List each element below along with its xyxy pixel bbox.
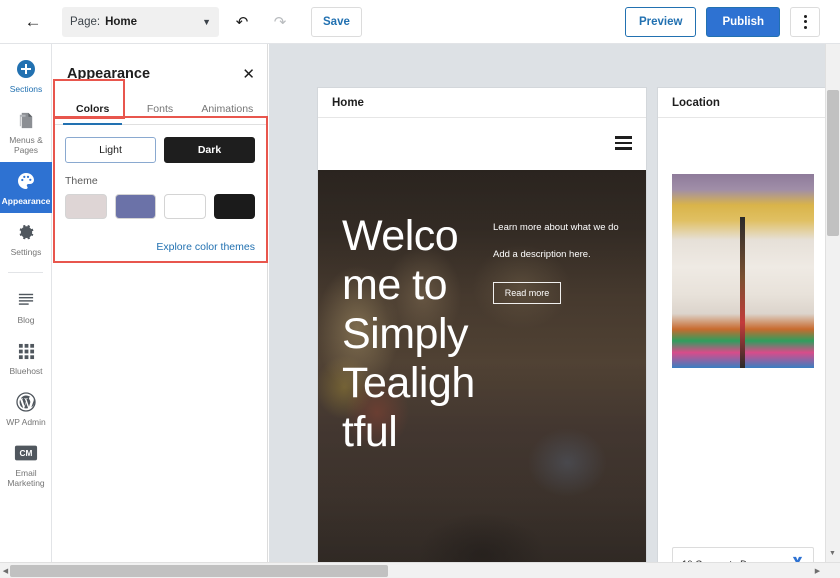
sidebar-item-bluehost-label: Bluehost xyxy=(9,366,43,376)
hero-text-column: Learn more about what we do Add a descri… xyxy=(493,222,633,304)
swatch-blush[interactable] xyxy=(65,194,107,219)
theme-section-label: Theme xyxy=(65,175,98,187)
tab-colors-label: Colors xyxy=(76,103,110,115)
close-icon[interactable]: ✕ xyxy=(242,67,255,82)
sidebar-item-appearance[interactable]: Appearance xyxy=(0,162,52,213)
swatch-slate-blue[interactable] xyxy=(114,194,156,219)
save-button-label: Save xyxy=(323,15,350,28)
location-section-frame[interactable]: Location 10 Corporate Dr xyxy=(658,88,828,578)
tab-fonts[interactable]: Fonts xyxy=(126,94,193,124)
sidebar-item-appearance-label: Appearance xyxy=(1,196,51,206)
page-title: Appearance xyxy=(67,66,151,82)
sidebar-item-blog[interactable]: Blog xyxy=(0,281,52,332)
appearance-tabs: Colors Fonts Animations xyxy=(53,94,267,125)
svg-text:CM: CM xyxy=(20,448,33,458)
color-mode-toggle-group: Light Dark xyxy=(65,137,255,163)
kebab-menu-icon[interactable] xyxy=(790,6,820,37)
top-toolbar: ← Page: Home ▼ ↶ ↷ Save Preview Publish xyxy=(0,0,840,44)
appearance-panel: Appearance ✕ Colors Fonts Animations Lig… xyxy=(53,44,268,578)
page-selector-label: Page: xyxy=(70,15,101,28)
hero-heading: Welcome to Simply Tealightful xyxy=(342,212,475,456)
horizontal-scrollbar[interactable]: ◀ ▶ xyxy=(0,562,840,578)
site-top-navigation xyxy=(318,118,646,170)
tab-animations-label: Animations xyxy=(201,103,254,115)
vertical-scrollbar-thumb[interactable] xyxy=(827,90,839,236)
light-mode-label: Light xyxy=(99,144,122,156)
sidebar-item-sections-label: Sections xyxy=(9,84,43,94)
sidebar-item-menus-pages[interactable]: Menus & Pages xyxy=(0,101,52,162)
read-more-button[interactable]: Read more xyxy=(493,282,561,304)
sidebar-item-email-marketing-label: Email Marketing xyxy=(7,468,45,488)
home-frame-tab-label: Home xyxy=(318,88,646,118)
app-root: ← Page: Home ▼ ↶ ↷ Save Preview Publish xyxy=(0,0,840,578)
back-arrow-icon[interactable]: ← xyxy=(18,7,48,37)
swatch-white[interactable] xyxy=(164,194,206,219)
save-button[interactable]: Save xyxy=(311,6,362,37)
light-mode-button[interactable]: Light xyxy=(65,137,156,163)
hero-subtitle-2: Add a description here. xyxy=(493,249,591,260)
hero-subtitle-1: Learn more about what we do xyxy=(493,222,619,233)
bluehost-grid-icon xyxy=(18,339,35,363)
sidebar-item-blog-label: Blog xyxy=(17,315,35,325)
sidebar-item-settings-label: Settings xyxy=(10,247,42,257)
horizontal-scrollbar-thumb[interactable] xyxy=(10,565,388,577)
palette-icon xyxy=(16,169,36,193)
location-frame-tab-label: Location xyxy=(658,88,828,118)
appearance-panel-header: Appearance ✕ xyxy=(53,54,267,94)
tab-animations[interactable]: Animations xyxy=(194,94,261,124)
page-selector[interactable]: Page: Home ▼ xyxy=(62,6,219,37)
pages-icon xyxy=(17,108,36,132)
sidebar-item-settings[interactable]: Settings xyxy=(0,213,52,264)
theme-swatch-list xyxy=(65,194,255,219)
preview-button[interactable]: Preview xyxy=(624,6,697,37)
home-section-frame[interactable]: Home Welcome to Simply Tealightful Learn… xyxy=(318,88,646,578)
hero-section[interactable]: Welcome to Simply Tealightful Learn more… xyxy=(318,170,646,578)
caret-down-icon[interactable]: ▼ xyxy=(826,547,839,560)
publish-button-label: Publish xyxy=(722,15,764,28)
dark-mode-button[interactable]: Dark xyxy=(164,137,255,163)
swatch-black[interactable] xyxy=(213,194,255,219)
gear-icon xyxy=(17,220,36,244)
sidebar-item-menus-pages-label: Menus & Pages xyxy=(9,135,43,155)
sidebar-item-bluehost[interactable]: Bluehost xyxy=(0,332,52,383)
wordpress-icon xyxy=(16,390,36,414)
sidebar-item-wp-admin-label: WP Admin xyxy=(6,417,46,427)
page-selector-value: Home xyxy=(105,15,138,28)
blog-lines-icon xyxy=(17,288,35,312)
cm-badge-icon: CM xyxy=(14,441,38,465)
rail-divider xyxy=(8,272,43,273)
read-more-label: Read more xyxy=(504,288,550,298)
caret-right-icon[interactable]: ▶ xyxy=(812,565,823,577)
location-spacer xyxy=(658,118,828,174)
sidebar-item-sections[interactable]: Sections xyxy=(0,50,52,101)
preview-canvas[interactable]: Home Welcome to Simply Tealightful Learn… xyxy=(269,44,840,578)
vertical-scrollbar[interactable]: ▲ ▼ xyxy=(825,44,840,578)
top-toolbar-right-group: Preview Publish xyxy=(624,6,830,37)
tab-colors[interactable]: Colors xyxy=(59,94,126,125)
dark-mode-label: Dark xyxy=(197,144,222,156)
publish-button[interactable]: Publish xyxy=(706,6,780,37)
chevron-down-icon: ▼ xyxy=(202,16,211,27)
undo-icon[interactable]: ↶ xyxy=(227,7,257,37)
explore-color-themes-link[interactable]: Explore color themes xyxy=(65,241,255,253)
sidebar-item-wp-admin[interactable]: WP Admin xyxy=(0,383,52,434)
location-photo xyxy=(672,174,814,368)
plus-circle-icon xyxy=(16,57,36,81)
explore-color-themes-label: Explore color themes xyxy=(156,241,255,253)
left-nav-rail: Sections Menus & Pages Appearance Settin… xyxy=(0,44,52,578)
sidebar-item-email-marketing[interactable]: CM Email Marketing xyxy=(0,434,52,495)
redo-icon[interactable]: ↷ xyxy=(265,7,295,37)
tab-fonts-label: Fonts xyxy=(146,103,174,115)
preview-button-label: Preview xyxy=(638,15,683,28)
hamburger-menu-icon[interactable] xyxy=(615,136,632,150)
colors-tab-content: Light Dark Theme Explore color themes xyxy=(53,125,267,253)
